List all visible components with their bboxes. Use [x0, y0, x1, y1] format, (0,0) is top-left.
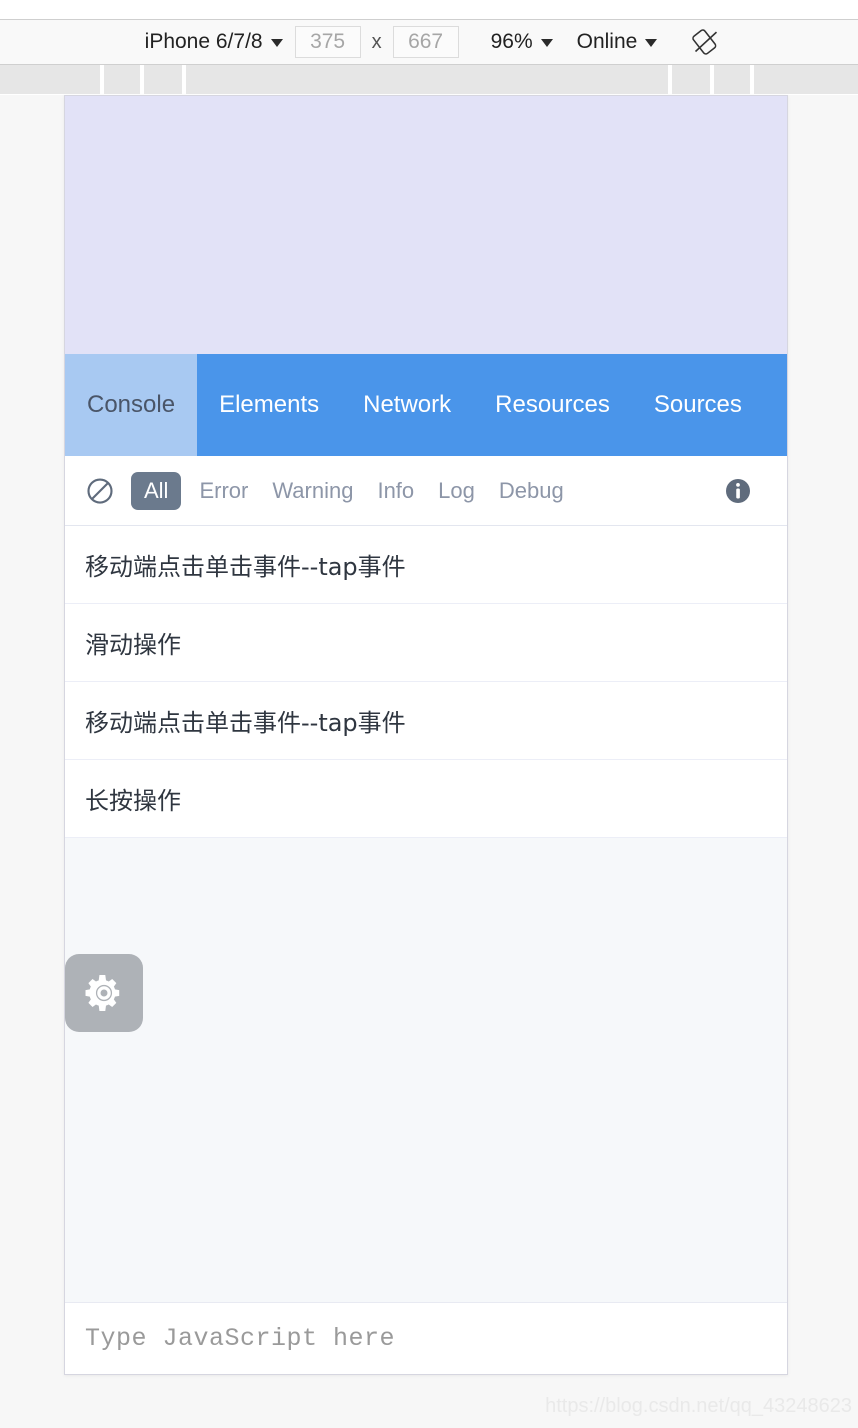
console-prompt-row[interactable]: Type JavaScript here — [65, 1302, 787, 1374]
ruler-tick — [140, 65, 144, 95]
emulation-stage: Console Elements Network Resources Sourc… — [0, 95, 858, 1428]
filter-level-all[interactable]: All — [131, 471, 182, 510]
viewport-ruler — [0, 65, 858, 95]
page-viewport[interactable] — [65, 96, 787, 354]
viewport-width-value: 375 — [310, 30, 346, 53]
viewport-height-value: 667 — [408, 30, 444, 53]
rotate-device-button[interactable] — [689, 25, 723, 59]
tab-sources[interactable]: Sources — [632, 354, 764, 456]
console-filter-bar: All Error Warning Info Log Debug — [65, 456, 787, 526]
viewport-height-input[interactable]: 667 — [392, 26, 459, 58]
console-log-row[interactable]: 移动端点击单击事件--tap事件 — [65, 682, 787, 760]
browser-top-strip — [0, 0, 858, 20]
info-circle-icon — [726, 478, 750, 503]
tab-network[interactable]: Network — [341, 354, 473, 456]
console-log-row[interactable]: 长按操作 — [65, 760, 787, 838]
tab-resources[interactable]: Resources — [473, 354, 632, 456]
zoom-level-label: 96% — [490, 30, 533, 53]
clear-console-icon — [87, 477, 113, 504]
chevron-down-icon — [645, 39, 658, 47]
network-throttle-dropdown[interactable]: Online — [565, 30, 670, 54]
tab-sources-label: Sources — [653, 391, 742, 418]
device-frame: Console Elements Network Resources Sourc… — [64, 95, 788, 1375]
tab-elements-label: Elements — [219, 391, 320, 418]
console-log-message: 移动端点击单击事件--tap事件 — [85, 709, 406, 737]
console-log-message: 长按操作 — [85, 787, 181, 815]
ruler-tick — [750, 65, 754, 95]
rotate-device-icon — [692, 29, 718, 55]
ruler-tick — [182, 65, 186, 95]
console-log-message: 移动端点击单击事件--tap事件 — [85, 553, 406, 581]
chevron-down-icon — [270, 39, 283, 47]
filter-level-debug[interactable]: Debug — [487, 478, 576, 504]
tab-info[interactable]: Info — [764, 354, 787, 456]
device-emulation-toolbar: iPhone 6/7/8 375 x 667 96% Online — [0, 20, 858, 65]
gear-icon — [85, 975, 120, 1011]
filter-level-log[interactable]: Log — [426, 478, 487, 504]
console-log-row[interactable]: 滑动操作 — [65, 604, 787, 682]
ruler-tick — [668, 65, 672, 95]
console-js-input-placeholder: Type JavaScript here — [85, 1324, 396, 1353]
device-preset-label: iPhone 6/7/8 — [144, 30, 263, 53]
ruler-tick — [100, 65, 104, 95]
tab-elements[interactable]: Elements — [197, 354, 341, 456]
tab-console[interactable]: Console — [65, 354, 198, 456]
device-preset-dropdown[interactable]: iPhone 6/7/8 — [135, 30, 293, 54]
tab-resources-label: Resources — [495, 391, 610, 418]
console-log-list: 移动端点击单击事件--tap事件 滑动操作 移动端点击单击事件--tap事件 长… — [65, 526, 787, 838]
zoom-level-dropdown[interactable]: 96% — [479, 30, 565, 54]
devtools-tabbar: Console Elements Network Resources Sourc… — [65, 354, 787, 456]
viewport-width-input[interactable]: 375 — [294, 26, 361, 58]
console-log-message: 滑动操作 — [85, 631, 181, 659]
watermark-text: https://blog.csdn.net/qq_43248623 — [545, 1395, 852, 1417]
chevron-down-icon — [540, 39, 553, 47]
filter-level-info[interactable]: Info — [365, 478, 426, 504]
tab-info-label: Info — [786, 391, 787, 419]
console-empty-area — [65, 838, 787, 1302]
dimension-separator: x — [371, 30, 382, 53]
filter-level-warning[interactable]: Warning — [260, 478, 365, 504]
tab-network-label: Network — [363, 391, 452, 418]
filter-level-error[interactable]: Error — [187, 478, 260, 504]
devtools-settings-button[interactable] — [65, 954, 143, 1032]
console-log-row[interactable]: 移动端点击单击事件--tap事件 — [65, 526, 787, 604]
clear-console-button[interactable] — [85, 476, 115, 506]
console-info-button[interactable] — [723, 476, 753, 506]
ruler-tick — [710, 65, 714, 95]
network-throttle-label: Online — [576, 30, 638, 53]
tab-console-label: Console — [87, 391, 176, 418]
